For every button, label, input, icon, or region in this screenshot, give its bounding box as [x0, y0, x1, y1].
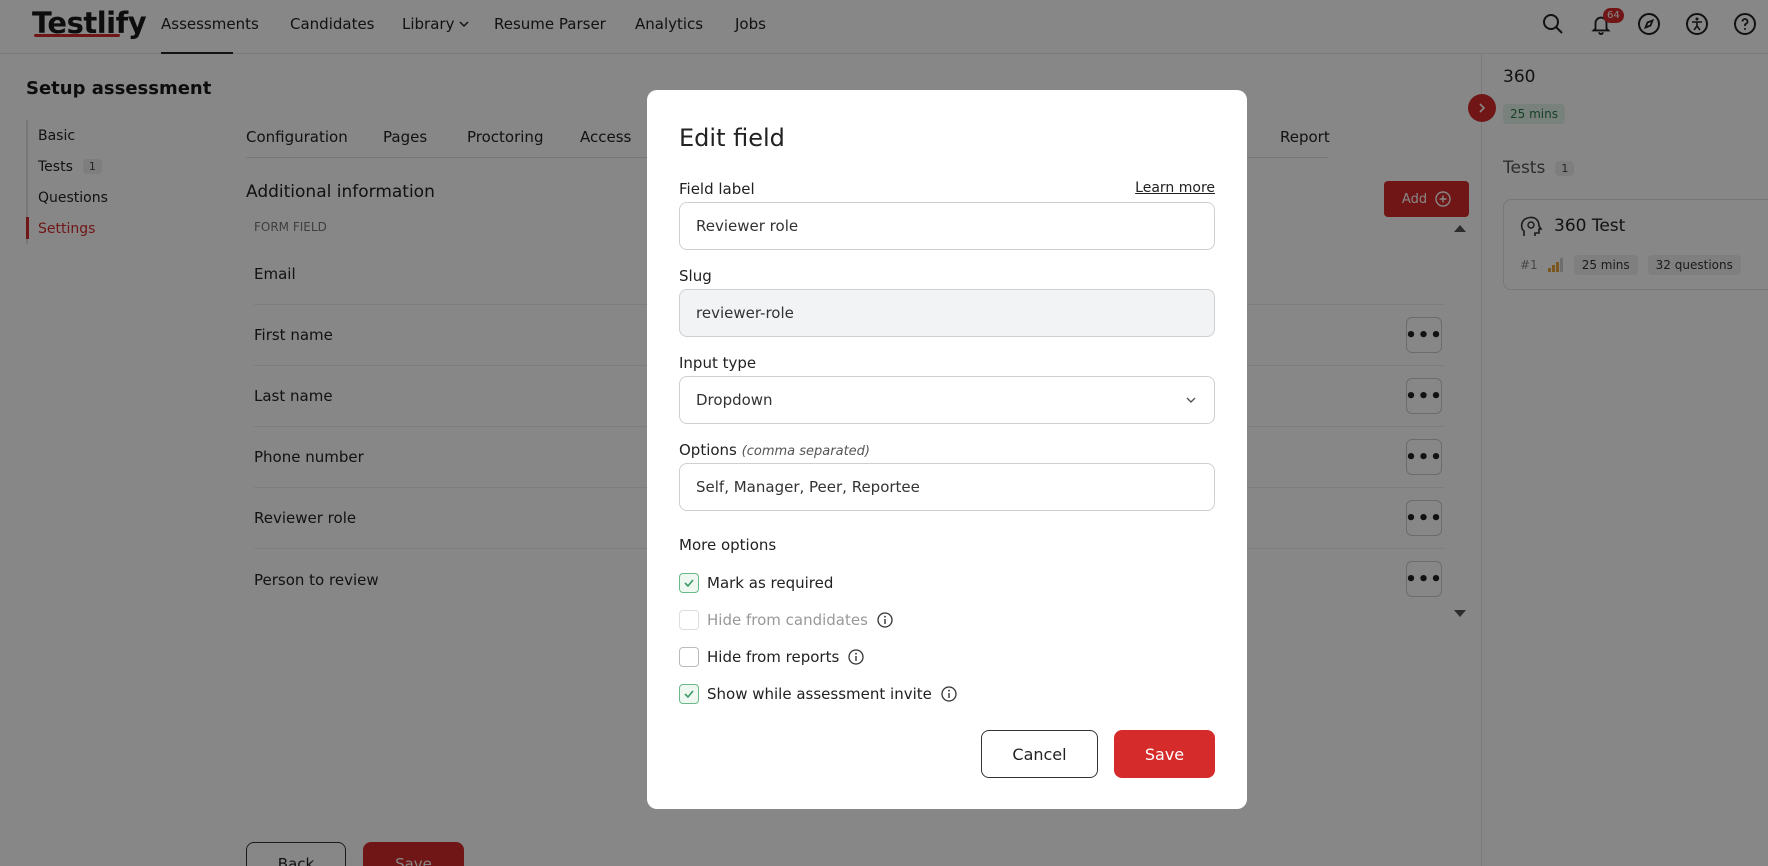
- hide-from-reports-checkbox[interactable]: [679, 647, 699, 667]
- mark-required-option[interactable]: Mark as required: [679, 573, 833, 593]
- field-label-input[interactable]: Reviewer role: [679, 202, 1215, 250]
- more-options-heading: More options: [679, 536, 777, 554]
- slug-value: reviewer-role: [696, 304, 794, 322]
- hide-from-candidates-label: Hide from candidates: [707, 611, 868, 629]
- slug-label: Slug: [679, 267, 712, 285]
- mark-required-label: Mark as required: [707, 574, 834, 592]
- field-label-label: Field label: [679, 180, 755, 198]
- save-field-button[interactable]: Save: [1114, 730, 1215, 778]
- field-label-value: Reviewer role: [696, 217, 799, 235]
- info-icon[interactable]: [876, 611, 894, 629]
- info-icon[interactable]: [940, 685, 958, 703]
- check-icon: [684, 579, 694, 588]
- show-while-invite-option[interactable]: Show while assessment invite: [679, 684, 958, 704]
- show-while-invite-checkbox[interactable]: [679, 684, 699, 704]
- hide-from-reports-option[interactable]: Hide from reports: [679, 647, 865, 667]
- info-icon[interactable]: [847, 648, 865, 666]
- slug-input[interactable]: reviewer-role: [679, 289, 1215, 337]
- options-label-text: Options: [679, 441, 737, 459]
- mark-required-checkbox[interactable]: [679, 573, 699, 593]
- options-value: Self, Manager, Peer, Reportee: [696, 478, 920, 496]
- input-type-value: Dropdown: [696, 391, 773, 409]
- hide-from-candidates-checkbox[interactable]: [679, 610, 699, 630]
- hide-from-candidates-option[interactable]: Hide from candidates: [679, 610, 894, 630]
- dialog-title: Edit field: [679, 124, 785, 152]
- edit-field-dialog: Edit field Field label Learn more Review…: [647, 90, 1247, 809]
- options-label: Options (comma separated): [679, 441, 870, 459]
- check-icon: [684, 690, 694, 699]
- show-while-invite-label: Show while assessment invite: [707, 685, 932, 703]
- chevron-down-icon: [1186, 397, 1196, 403]
- options-hint: (comma separated): [741, 444, 870, 459]
- input-type-label: Input type: [679, 354, 757, 372]
- options-input[interactable]: Self, Manager, Peer, Reportee: [679, 463, 1215, 511]
- input-type-select[interactable]: Dropdown: [679, 376, 1215, 424]
- hide-from-reports-label: Hide from reports: [707, 648, 840, 666]
- learn-more-link[interactable]: Learn more: [1135, 180, 1215, 196]
- cancel-button[interactable]: Cancel: [981, 730, 1098, 778]
